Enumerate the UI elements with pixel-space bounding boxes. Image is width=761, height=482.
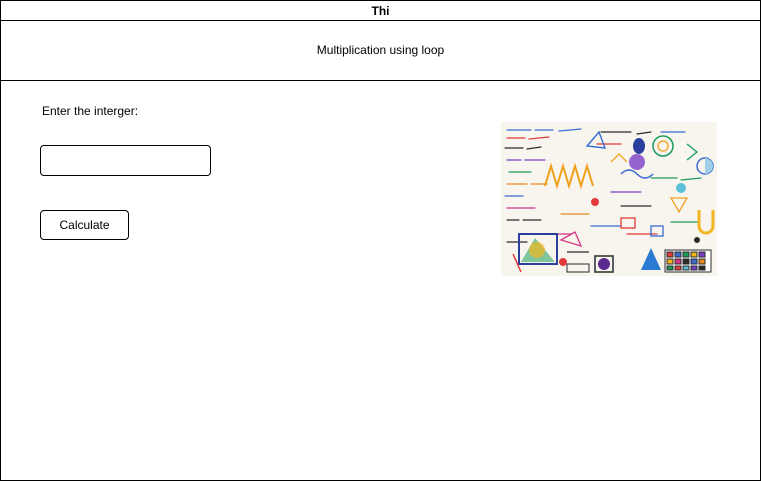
integer-input[interactable] (40, 145, 211, 176)
page-title: Multiplication using loop (1, 21, 760, 81)
calculate-button[interactable]: Calculate (40, 210, 129, 240)
window-title: Thi (1, 1, 760, 21)
app-window: Thi Multiplication using loop Enter the … (0, 0, 761, 481)
integer-input-label: Enter the interger: (42, 104, 139, 118)
math-doodles-image (501, 122, 717, 276)
